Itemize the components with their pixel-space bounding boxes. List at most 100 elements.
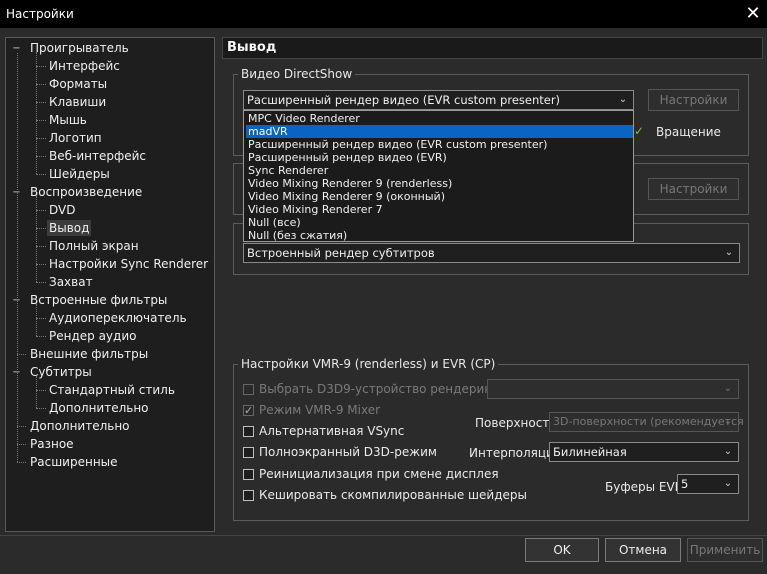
tree-item[interactable]: Проигрыватель: [30, 40, 129, 56]
tree-item[interactable]: Захват: [49, 274, 93, 290]
rotation-label[interactable]: Вращение: [656, 125, 721, 139]
d3d9-device-select[interactable]: ⌄: [487, 379, 739, 399]
group2-settings-button[interactable]: Настройки: [648, 178, 739, 200]
tree-connector: [36, 210, 46, 211]
directshow-group-label: Видео DirectShow: [238, 67, 356, 81]
vmr-group-label: Настройки VMR-9 (renderless) и EVR (CP): [238, 357, 499, 371]
surface-select[interactable]: 3D-поверхности (рекомендуется ⌄: [549, 412, 744, 432]
chevron-down-icon: ⌄: [723, 446, 733, 457]
dropdown-option[interactable]: Расширенный рендер видео (EVR): [246, 151, 633, 164]
tree-connector: [36, 120, 46, 121]
cancel-button[interactable]: Отмена: [605, 538, 681, 562]
tree-connector: [36, 138, 46, 139]
video-renderer-select[interactable]: Расширенный рендер видео (EVR custom pre…: [243, 90, 634, 110]
tree-connector: [36, 304, 37, 336]
tree-item[interactable]: Интерфейс: [49, 58, 120, 74]
dropdown-option[interactable]: Video Mixing Renderer 7: [246, 203, 633, 216]
tree-connector: [36, 174, 46, 175]
checkbox[interactable]: [243, 384, 254, 395]
tree-item[interactable]: Форматы: [49, 76, 107, 92]
tree-item[interactable]: Мышь: [49, 112, 87, 128]
checkbox[interactable]: [243, 490, 254, 501]
settings-tree: Проигрыватель − Интерфейс Форматы Клавиши Мыш…: [5, 37, 215, 532]
tree-connector: [36, 318, 46, 319]
tree-connector: [36, 376, 37, 408]
tree-connector: [36, 52, 37, 174]
dropdown-option[interactable]: Расширенный рендер видео (EVR custom pre…: [246, 138, 633, 151]
checkbox-label[interactable]: Режим VMR-9 Mixer: [259, 403, 380, 417]
tree-item[interactable]: Воспроизведение: [30, 184, 142, 200]
tree-connector: [36, 390, 46, 391]
evr-buffers-select[interactable]: 5 ⌄: [677, 474, 739, 494]
checkbox-label[interactable]: Кешировать скомпилированные шейдеры: [259, 488, 527, 502]
page-title: Вывод: [227, 40, 277, 55]
tree-connector: [36, 228, 46, 229]
tree-item[interactable]: Настройки Sync Renderer: [49, 256, 208, 272]
checkbox-label[interactable]: Полноэкранный D3D-режим: [259, 445, 437, 459]
tree-item[interactable]: Дополнительно: [49, 400, 149, 416]
checkbox-label[interactable]: Реинициализация при смене дисплея: [259, 467, 499, 481]
chevron-down-icon: ⌄: [724, 247, 734, 258]
tree-item[interactable]: Вывод: [47, 220, 92, 236]
tree-connector: [36, 408, 46, 409]
dropdown-option[interactable]: madVR: [246, 125, 633, 138]
dropdown-option[interactable]: Video Mixing Renderer 9 (оконный): [246, 190, 633, 203]
tree-connector: [17, 444, 26, 445]
tree-connector: [17, 354, 26, 355]
apply-button[interactable]: Применить: [687, 538, 763, 562]
checkbox-label[interactable]: Альтернативная VSync: [259, 424, 404, 438]
tree-item[interactable]: Шейдеры: [49, 166, 110, 182]
surface-label: Поверхность:: [475, 416, 561, 430]
page-title-bar: Вывод: [222, 37, 763, 59]
checkbox[interactable]: [243, 426, 254, 437]
close-icon[interactable]: ✕: [742, 3, 764, 25]
dropdown-option[interactable]: Sync Renderer: [246, 164, 633, 177]
chevron-down-icon: ⌄: [723, 478, 733, 489]
tree-connector: [17, 426, 26, 427]
tree-connector: [36, 156, 46, 157]
tree-item[interactable]: Субтитры: [30, 364, 92, 380]
tree-item[interactable]: Разное: [30, 436, 74, 452]
collapse-icon[interactable]: −: [12, 44, 21, 54]
tree-item[interactable]: Встроенные фильтры: [30, 292, 167, 308]
window-title: Настройки: [6, 7, 74, 21]
dropdown-option[interactable]: Video Mixing Renderer 9 (renderless): [246, 177, 633, 190]
interpolation-select[interactable]: Билинейная ⌄: [549, 442, 739, 462]
tree-connector: [36, 282, 46, 283]
tree-item[interactable]: Полный экран: [49, 238, 139, 254]
checkmark-icon: ✓: [634, 124, 645, 138]
dropdown-option[interactable]: Null (все): [246, 216, 633, 229]
chevron-down-icon: ⌄: [618, 94, 628, 105]
dropdown-option[interactable]: Null (без сжатия): [246, 229, 633, 242]
tree-connector: [36, 84, 46, 85]
ok-button[interactable]: OK: [525, 538, 599, 562]
checkbox-label[interactable]: Выбрать D3D9-устройство рендеринга: [259, 382, 506, 396]
tree-item[interactable]: Аудиопереключатель: [49, 310, 187, 326]
tree-connector: [17, 53, 18, 462]
subtitle-renderer-value: Встроенный рендер субтитров: [247, 246, 435, 260]
interpolation-value: Билинейная: [553, 445, 627, 459]
tree-item[interactable]: Веб-интерфейс: [49, 148, 146, 164]
subtitle-renderer-select[interactable]: Встроенный рендер субтитров ⌄: [243, 243, 740, 263]
directshow-settings-button[interactable]: Настройки: [648, 89, 739, 111]
surface-value: 3D-поверхности (рекомендуется: [553, 415, 744, 428]
tree-connector: [36, 246, 46, 247]
tree-item[interactable]: Внешние фильтры: [30, 346, 148, 362]
tree-item[interactable]: DVD: [49, 202, 75, 218]
tree-item[interactable]: Рендер аудио: [49, 328, 136, 344]
tree-connector: [17, 462, 26, 463]
tree-item[interactable]: Клавиши: [49, 94, 106, 110]
tree-connector: [36, 196, 37, 282]
checkbox[interactable]: [243, 469, 254, 480]
evr-buffers-value: 5: [681, 477, 689, 491]
tree-item[interactable]: Расширенные: [30, 454, 118, 470]
tree-item[interactable]: Дополнительно: [30, 418, 130, 434]
tree-connector: [36, 102, 46, 103]
dropdown-option[interactable]: MPC Video Renderer: [246, 112, 633, 125]
footer-divider: [0, 535, 767, 536]
tree-connector: [36, 336, 46, 337]
tree-item[interactable]: Стандартный стиль: [49, 382, 175, 398]
tree-item[interactable]: Логотип: [49, 130, 102, 146]
checkbox[interactable]: [243, 447, 254, 458]
chevron-down-icon: ⌄: [723, 416, 733, 427]
